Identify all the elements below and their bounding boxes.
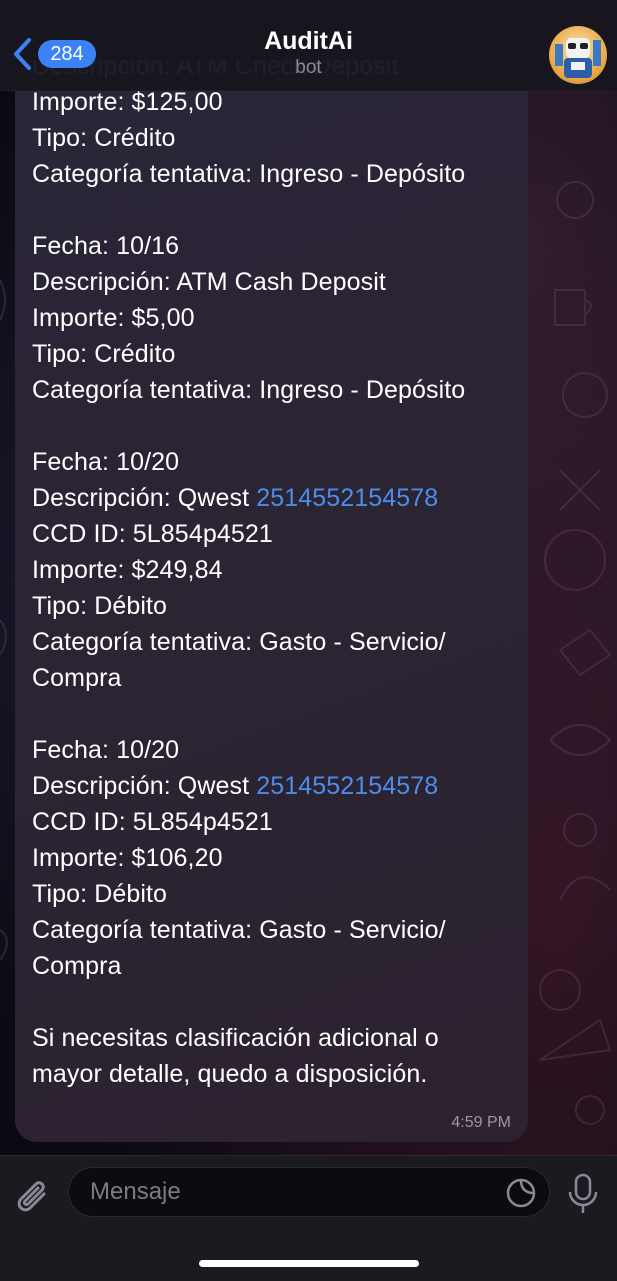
message-line: Fecha: 10/20 bbox=[32, 732, 516, 768]
chat-header: 284 AuditAi bot bbox=[0, 0, 617, 91]
message-line: Si necesitas clasificación adicional o bbox=[32, 1020, 516, 1056]
message-line-text: Importe: $249,84 bbox=[32, 556, 223, 584]
message-line: Tipo: Crédito bbox=[32, 336, 516, 372]
message-line: CCD ID: 5L854p4521 bbox=[32, 804, 516, 840]
message-line-text: Fecha: 10/20 bbox=[32, 448, 180, 476]
robot-avatar-icon bbox=[555, 38, 601, 78]
microphone-icon[interactable] bbox=[566, 1172, 600, 1216]
message-line: Fecha: 10/20 bbox=[32, 444, 516, 480]
message-line-text: Importe: $5,00 bbox=[32, 304, 195, 332]
message-line-text: CCD ID: 5L854p4521 bbox=[32, 520, 273, 548]
message-input-field[interactable] bbox=[68, 1167, 550, 1217]
message-line: Categoría tentativa: Gasto - Servicio/ bbox=[32, 624, 516, 660]
message-line: mayor detalle, quedo a disposición. bbox=[32, 1056, 516, 1092]
message-line-text: Tipo: Crédito bbox=[32, 124, 176, 152]
message-line: Compra bbox=[32, 660, 516, 696]
message-line-text: Categoría tentativa: Gasto - Servicio/ bbox=[32, 916, 446, 944]
message-line-text: CCD ID: 5L854p4521 bbox=[32, 808, 273, 836]
message-line: Categoría tentativa: Gasto - Servicio/ bbox=[32, 912, 516, 948]
paperclip-icon[interactable] bbox=[14, 1176, 54, 1220]
message-line: Tipo: Crédito bbox=[32, 120, 516, 156]
message-line: Fecha: 10/16 bbox=[32, 228, 516, 264]
message-line-text: Categoría tentativa: Gasto - Servicio/ bbox=[32, 628, 446, 656]
message-line-text: Fecha: 10/20 bbox=[32, 736, 180, 764]
message-line: Categoría tentativa: Ingreso - Depósito bbox=[32, 372, 516, 408]
message-line-text: Descripción: Qwest bbox=[32, 772, 257, 800]
message-line: Importe: $5,00 bbox=[32, 300, 516, 336]
sticker-icon[interactable] bbox=[505, 1177, 537, 1209]
message-text: Descripción: ATM Check DepositImporte: $… bbox=[32, 60, 516, 1092]
message-line-text: mayor detalle, quedo a disposición. bbox=[32, 1060, 428, 1088]
message-line-text: Tipo: Débito bbox=[32, 592, 168, 620]
message-line-text: Importe: $106,20 bbox=[32, 844, 223, 872]
message-line: Tipo: Débito bbox=[32, 876, 516, 912]
message-line-text: Fecha: 10/16 bbox=[32, 232, 180, 260]
home-indicator bbox=[199, 1260, 419, 1267]
message-line: Descripción: Qwest 2514552154578 bbox=[32, 480, 516, 516]
message-line: Importe: $106,20 bbox=[32, 840, 516, 876]
chat-subtitle: bot bbox=[295, 57, 322, 78]
message-line: Descripción: ATM Cash Deposit bbox=[32, 264, 516, 300]
message-line: Descripción: Qwest 2514552154578 bbox=[32, 768, 516, 804]
message-line-text: Tipo: Débito bbox=[32, 880, 168, 908]
message-line: Compra bbox=[32, 948, 516, 984]
message-line-text: Categoría tentativa: Ingreso - Depósito bbox=[32, 376, 466, 404]
message-line-text: Importe: $125,00 bbox=[32, 88, 223, 116]
message-line-text: Categoría tentativa: Ingreso - Depósito bbox=[32, 160, 466, 188]
chat-title-area[interactable]: AuditAi bot bbox=[0, 26, 617, 80]
message-line: CCD ID: 5L854p4521 bbox=[32, 516, 516, 552]
message-line: Categoría tentativa: Ingreso - Depósito bbox=[32, 156, 516, 192]
message-line-text: Compra bbox=[32, 664, 122, 692]
message-line-text: Descripción: Qwest bbox=[32, 484, 257, 512]
message-composer bbox=[0, 1155, 617, 1281]
chat-title: AuditAi bbox=[264, 27, 353, 55]
bot-avatar[interactable] bbox=[549, 26, 607, 84]
message-timestamp: 4:59 PM bbox=[451, 1114, 511, 1131]
phone-number-link[interactable]: 2514552154578 bbox=[256, 484, 438, 512]
message-bubble[interactable]: Descripción: ATM Check DepositImporte: $… bbox=[15, 60, 528, 1142]
phone-number-link[interactable]: 2514552154578 bbox=[256, 772, 438, 800]
message-line: Tipo: Débito bbox=[32, 588, 516, 624]
message-line-text: Tipo: Crédito bbox=[32, 340, 176, 368]
message-input[interactable] bbox=[88, 1177, 492, 1207]
message-line: Importe: $249,84 bbox=[32, 552, 516, 588]
message-line-text: Descripción: ATM Cash Deposit bbox=[32, 268, 386, 296]
message-line-text: Si necesitas clasificación adicional o bbox=[32, 1024, 439, 1052]
message-line-text: Compra bbox=[32, 952, 122, 980]
